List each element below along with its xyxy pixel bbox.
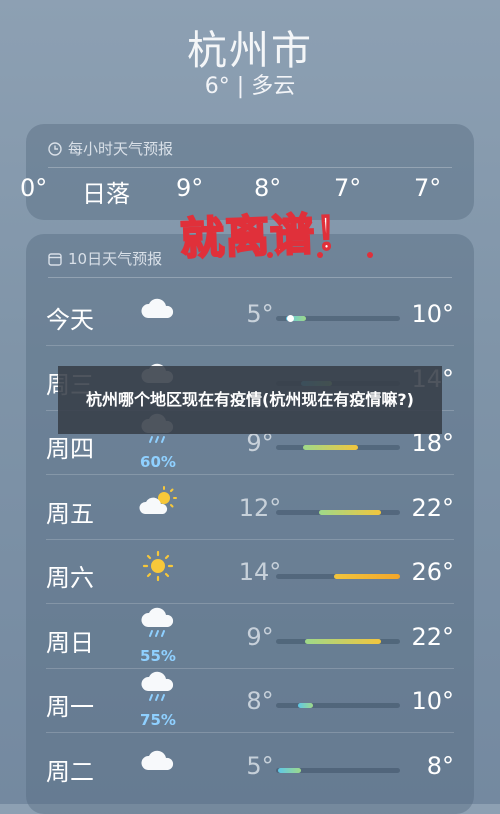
calendar-icon — [48, 253, 62, 266]
row-separator — [46, 603, 454, 604]
hour-item: 7° — [414, 174, 442, 202]
day-row[interactable]: 周二 5° 8° — [26, 736, 474, 798]
weather-summary: 6° | 多云 — [204, 74, 296, 99]
precip-chance: 60% — [140, 453, 176, 471]
cloud-icon — [138, 744, 178, 776]
row-separator — [46, 732, 454, 733]
partly-sunny-icon — [138, 485, 178, 518]
row-separator — [46, 538, 454, 540]
high-temp: 10° — [411, 300, 454, 328]
sun-icon — [138, 550, 178, 582]
high-temp: 10° — [411, 687, 454, 715]
high-temp: 22° — [411, 493, 454, 522]
cloud-icon — [138, 292, 178, 324]
hour-item: 8° — [254, 174, 282, 202]
temp-range-fill — [334, 574, 400, 579]
temp-range-fill — [304, 638, 382, 644]
caption-banner: 杭州哪个地区现在有疫情(杭州现在有疫情嘛?) — [58, 366, 442, 434]
row-separator — [46, 474, 454, 475]
precip-chance: 55% — [140, 646, 176, 665]
temp-range-bar — [276, 574, 400, 579]
day-row[interactable]: 今天 5° 10° — [26, 284, 474, 346]
temp-range-bar — [276, 638, 400, 644]
divider — [48, 167, 452, 168]
daily-header: 10日天气预报 — [48, 248, 162, 269]
high-temp: 8° — [426, 751, 454, 780]
day-name: 周日 — [46, 628, 94, 657]
divider — [48, 277, 452, 278]
temp-range-bar — [276, 445, 400, 450]
hour-item: 日落 — [82, 180, 130, 208]
hourly-header: 每小时天气预报 — [48, 138, 173, 159]
clock-icon — [48, 142, 62, 156]
high-temp: 22° — [411, 622, 454, 651]
low-temp: 9° — [246, 622, 274, 651]
day-name: 周一 — [46, 693, 94, 721]
temp-range-bar — [276, 315, 400, 322]
low-temp: 8° — [246, 687, 274, 715]
daily-header-label: 10日天气预报 — [68, 250, 163, 268]
rain-icon — [138, 607, 178, 639]
temp-range-fill — [303, 445, 358, 450]
temp-range-bar — [276, 703, 400, 708]
row-separator — [46, 345, 454, 346]
temp-range-fill — [319, 509, 382, 515]
low-temp: 14° — [238, 558, 282, 586]
day-row[interactable]: 周日 55% 9° 22° — [26, 607, 474, 669]
high-temp: 26° — [411, 558, 454, 586]
day-name: 周四 — [46, 435, 94, 463]
sticker-dots — [217, 252, 373, 258]
hour-item: 9° — [176, 174, 204, 202]
day-row[interactable]: 周六 14° 26° — [26, 542, 474, 604]
daily-forecast-card: 10日天气预报 今天5°10°周三14°周四60%9°18°周五12°22°周六… — [26, 234, 474, 814]
temp-range-bar — [276, 509, 400, 515]
day-row[interactable]: 周五 12° 22° — [26, 478, 474, 540]
day-row[interactable]: 周一 75% 8° 10° — [26, 671, 474, 733]
day-name: 周二 — [46, 757, 94, 786]
precip-chance: 75% — [140, 711, 176, 729]
temp-range-fill — [278, 767, 301, 773]
day-name: 周六 — [46, 564, 94, 592]
temp-range-fill — [298, 703, 314, 708]
caption-text: 杭州哪个地区现在有疫情(杭州现在有疫情嘛?) — [86, 390, 414, 409]
rain-icon — [138, 671, 178, 703]
row-separator — [46, 667, 454, 669]
low-temp: 5° — [246, 300, 274, 328]
hour-item: 0° — [20, 174, 48, 202]
day-name: 今天 — [46, 306, 94, 334]
low-temp: 5° — [246, 751, 274, 780]
day-name: 周五 — [46, 499, 94, 528]
low-temp: 12° — [238, 493, 282, 522]
hourly-header-label: 每小时天气预报 — [68, 140, 174, 158]
temp-range-bar — [276, 767, 400, 773]
